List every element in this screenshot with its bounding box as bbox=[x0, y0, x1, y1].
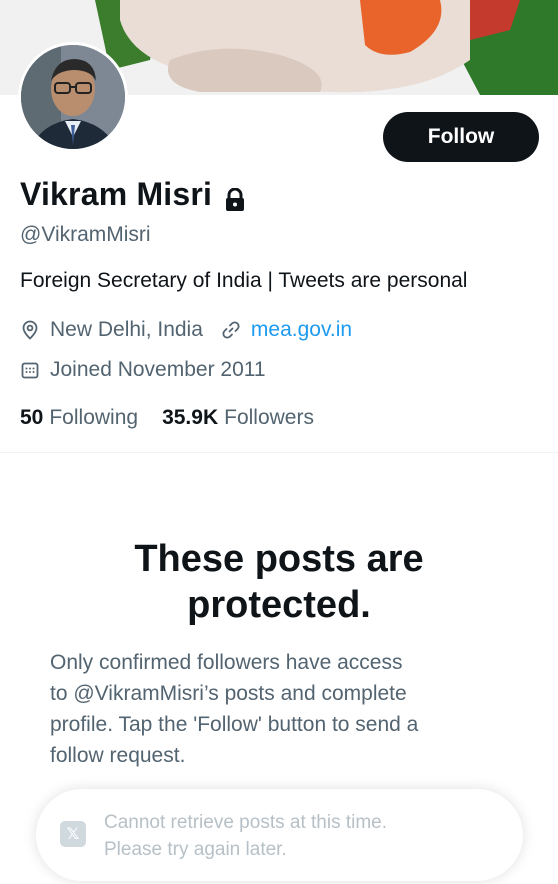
location-pin-icon bbox=[20, 320, 40, 340]
error-toast: 𝕏 Cannot retrieve posts at this time. Pl… bbox=[36, 789, 523, 881]
toast-message: Cannot retrieve posts at this time. Plea… bbox=[104, 812, 388, 860]
avatar[interactable] bbox=[18, 42, 128, 152]
profile-bio: Foreign Secretary of India | Tweets are … bbox=[20, 269, 468, 292]
profile-name-row: Vikram Misri bbox=[20, 176, 246, 213]
profile-meta-row: New Delhi, India mea.gov.in bbox=[20, 318, 352, 342]
followers-link[interactable]: 35.9K Followers bbox=[162, 406, 314, 430]
lock-icon bbox=[224, 183, 246, 211]
profile-handle: @VikramMisri bbox=[20, 223, 151, 246]
avatar-photo bbox=[21, 45, 125, 149]
profile-location: New Delhi, India bbox=[50, 318, 203, 341]
follow-counts: 50 Following 35.9K Followers bbox=[20, 406, 314, 430]
follow-button[interactable]: Follow bbox=[383, 112, 539, 162]
profile-website-link[interactable]: mea.gov.in bbox=[251, 318, 352, 342]
profile-name: Vikram Misri bbox=[20, 176, 213, 212]
profile-joined: Joined November 2011 bbox=[50, 358, 266, 381]
profile-joined-row: Joined November 2011 bbox=[20, 358, 266, 382]
protected-title: These posts are protected. bbox=[134, 538, 424, 626]
x-logo-icon: 𝕏 bbox=[60, 821, 86, 847]
protected-message: Only confirmed followers have access to … bbox=[50, 651, 419, 767]
divider bbox=[0, 452, 558, 453]
calendar-icon bbox=[20, 360, 40, 380]
following-link[interactable]: 50 Following bbox=[20, 406, 138, 430]
link-icon bbox=[221, 320, 241, 340]
